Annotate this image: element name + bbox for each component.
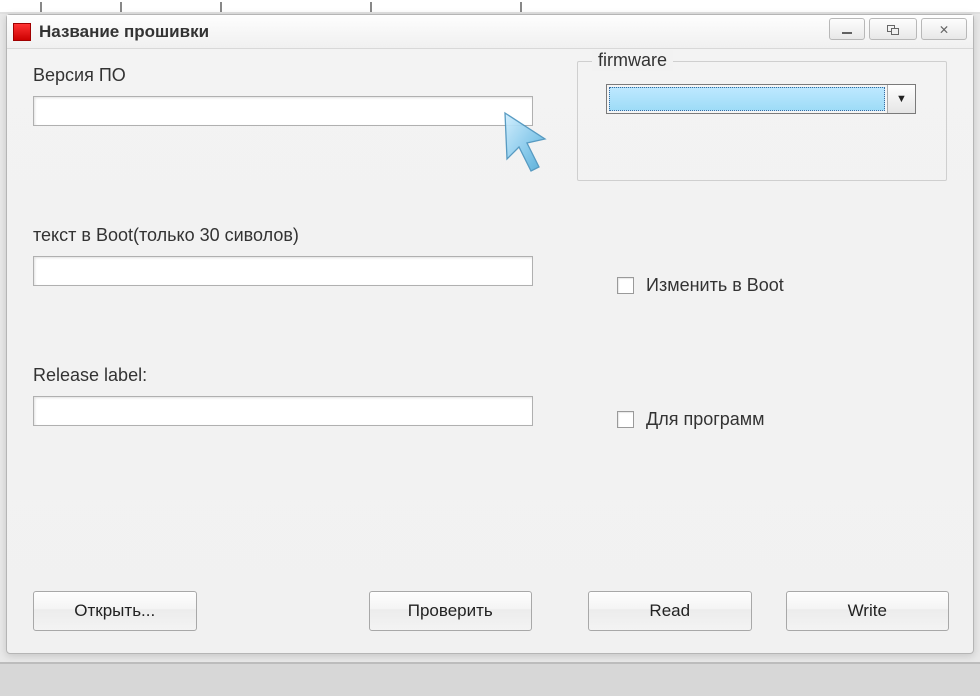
read-button[interactable]: Read — [588, 591, 752, 631]
change-boot-checkbox[interactable] — [617, 277, 634, 294]
version-label: Версия ПО — [33, 65, 533, 86]
for-program-label: Для программ — [646, 409, 765, 430]
firmware-dialog-window: Название прошивки ✕ Версия ПО firmware ▼… — [6, 14, 974, 654]
version-section: Версия ПО — [33, 65, 533, 126]
write-button[interactable]: Write — [786, 591, 950, 631]
button-bar: Открыть... Проверить Read Write — [33, 591, 949, 631]
minimize-button[interactable] — [829, 18, 865, 40]
boot-text-section: текст в Boot(только 30 сиволов) — [33, 225, 533, 286]
close-button[interactable]: ✕ — [921, 18, 967, 40]
change-boot-label: Изменить в Boot — [646, 275, 784, 296]
chevron-down-icon[interactable]: ▼ — [887, 85, 915, 113]
check-button[interactable]: Проверить — [369, 591, 533, 631]
for-program-checkbox[interactable] — [617, 411, 634, 428]
version-input[interactable] — [33, 96, 533, 126]
change-boot-row: Изменить в Boot — [617, 275, 784, 296]
release-label: Release label: — [33, 365, 533, 386]
for-program-row: Для программ — [617, 409, 765, 430]
firmware-group: firmware ▼ — [577, 61, 947, 181]
window-title: Название прошивки — [39, 22, 209, 42]
firmware-group-label: firmware — [592, 50, 673, 71]
release-input[interactable] — [33, 396, 533, 426]
window-controls: ✕ — [829, 18, 967, 40]
background-app-strip — [0, 0, 980, 14]
firmware-combobox-field[interactable] — [609, 87, 885, 111]
restore-button[interactable] — [869, 18, 917, 40]
boot-text-label: текст в Boot(только 30 сиволов) — [33, 225, 533, 246]
page-footer-bar — [0, 662, 980, 696]
release-section: Release label: — [33, 365, 533, 426]
open-button[interactable]: Открыть... — [33, 591, 197, 631]
client-area: Версия ПО firmware ▼ текст в Boot(только… — [7, 49, 973, 653]
firmware-combobox[interactable]: ▼ — [606, 84, 916, 114]
app-icon — [13, 23, 31, 41]
boot-text-input[interactable] — [33, 256, 533, 286]
titlebar[interactable]: Название прошивки ✕ — [7, 15, 973, 49]
